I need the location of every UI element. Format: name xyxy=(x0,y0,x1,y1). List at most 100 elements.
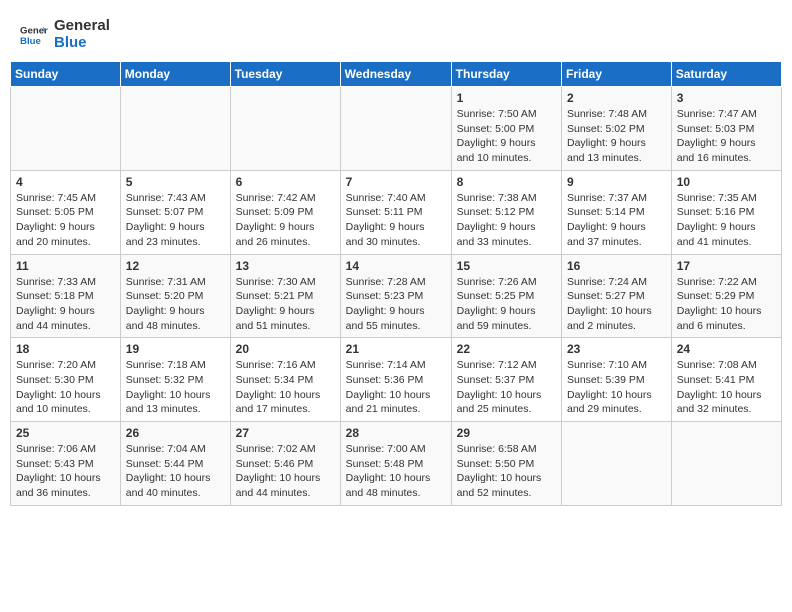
day-info-line: Sunrise: 7:48 AM xyxy=(567,107,666,122)
day-info-line: Sunrise: 7:35 AM xyxy=(677,191,776,206)
weekday-header-cell: Sunday xyxy=(11,62,121,87)
day-info-line: and 23 minutes. xyxy=(126,235,225,250)
calendar-week-row: 25 Sunrise: 7:06 AMSunset: 5:43 PM Dayligh… xyxy=(11,422,782,506)
calendar-cell: 7Sunrise: 7:40 AMSunset: 5:11 PMDaylight… xyxy=(340,170,451,254)
day-info-line: and 41 minutes. xyxy=(677,235,776,250)
day-number: 28 xyxy=(346,426,446,440)
calendar-week-row: 18Sunrise: 7:20 AMSunset: 5:30 PMDayligh… xyxy=(11,338,782,422)
svg-text:Blue: Blue xyxy=(20,35,41,46)
day-info-line: Daylight: 10 hours xyxy=(16,388,115,403)
day-info-line: Sunset: 5:23 PM xyxy=(346,289,446,304)
calendar-cell: 10Sunrise: 7:35 AMSunset: 5:16 PMDayligh… xyxy=(671,170,781,254)
day-info-line: and 20 minutes. xyxy=(16,235,115,250)
day-info-line: and 36 minutes. xyxy=(16,486,115,501)
day-info-line: Sunrise: 7:10 AM xyxy=(567,358,666,373)
day-info-line: Daylight: 10 hours xyxy=(677,388,776,403)
day-info-line: Sunset: 5:27 PM xyxy=(567,289,666,304)
weekday-header-cell: Wednesday xyxy=(340,62,451,87)
calendar-cell: 4Sunrise: 7:45 AMSunset: 5:05 PMDaylight… xyxy=(11,170,121,254)
day-number: 18 xyxy=(16,342,115,356)
day-info-line: Sunrise: 7:28 AM xyxy=(346,275,446,290)
day-info-line: and 6 minutes. xyxy=(677,319,776,334)
day-info-line: Sunrise: 7:14 AM xyxy=(346,358,446,373)
day-number: 26 xyxy=(126,426,225,440)
day-number: 6 xyxy=(236,175,335,189)
day-number: 1 xyxy=(457,91,556,105)
day-info-line: and 29 minutes. xyxy=(567,402,666,417)
calendar-cell: 17Sunrise: 7:22 AMSunset: 5:29 PMDayligh… xyxy=(671,254,781,338)
day-number: 13 xyxy=(236,259,335,273)
day-number: 17 xyxy=(677,259,776,273)
day-info-line: Sunset: 5:39 PM xyxy=(567,373,666,388)
calendar-cell: 11Sunrise: 7:33 AMSunset: 5:18 PMDayligh… xyxy=(11,254,121,338)
day-info-line: and 37 minutes. xyxy=(567,235,666,250)
day-info-line: and 59 minutes. xyxy=(457,319,556,334)
day-info-line: and 10 minutes. xyxy=(16,402,115,417)
calendar-cell: 23 Sunrise: 7:10 AMSunset: 5:39 PMDayligh… xyxy=(562,338,672,422)
day-info-line: Sunrise: 7:50 AM xyxy=(457,107,556,122)
day-info-line: Sunrise: 6:58 AM xyxy=(457,442,556,457)
day-number: 21 xyxy=(346,342,446,356)
day-info-line: Daylight: 9 hours xyxy=(677,136,776,151)
logo-blue: Blue xyxy=(54,35,110,52)
calendar-week-row: 11Sunrise: 7:33 AMSunset: 5:18 PMDayligh… xyxy=(11,254,782,338)
day-info-line: Sunrise: 7:20 AM xyxy=(16,358,115,373)
day-info-line: Daylight: 10 hours xyxy=(457,471,556,486)
calendar-cell: 26Sunrise: 7:04 AMSunset: 5:44 PMDayligh… xyxy=(120,422,230,506)
day-info-line: and 13 minutes. xyxy=(126,402,225,417)
calendar-cell: 6Sunrise: 7:42 AMSunset: 5:09 PMDaylight… xyxy=(230,170,340,254)
calendar-cell: 13Sunrise: 7:30 AMSunset: 5:21 PMDayligh… xyxy=(230,254,340,338)
day-info-line: Sunset: 5:43 PM xyxy=(16,457,115,472)
day-info-line: Sunset: 5:37 PM xyxy=(457,373,556,388)
day-info-line: Daylight: 10 hours xyxy=(126,388,225,403)
day-number: 9 xyxy=(567,175,666,189)
day-info-line: Daylight: 10 hours xyxy=(346,388,446,403)
day-info-line: Sunrise: 7:47 AM xyxy=(677,107,776,122)
calendar-cell xyxy=(562,422,672,506)
day-info-line: Sunset: 5:21 PM xyxy=(236,289,335,304)
calendar-week-row: 1Sunrise: 7:50 AMSunset: 5:00 PMDaylight… xyxy=(11,87,782,171)
day-info-line: and 13 minutes. xyxy=(567,151,666,166)
day-info-line: Sunset: 5:02 PM xyxy=(567,122,666,137)
day-info-line: Daylight: 10 hours xyxy=(567,388,666,403)
day-info-line: Daylight: 10 hours xyxy=(236,388,335,403)
calendar-cell xyxy=(11,87,121,171)
day-info-line: Sunrise: 7:16 AM xyxy=(236,358,335,373)
day-info-line: Sunset: 5:09 PM xyxy=(236,205,335,220)
day-info-line: Sunset: 5:30 PM xyxy=(16,373,115,388)
day-number: 5 xyxy=(126,175,225,189)
day-info-line: and 2 minutes. xyxy=(567,319,666,334)
calendar-cell: 28Sunrise: 7:00 AMSunset: 5:48 PMDayligh… xyxy=(340,422,451,506)
day-info-line: and 51 minutes. xyxy=(236,319,335,334)
weekday-header-cell: Monday xyxy=(120,62,230,87)
calendar-cell: 27Sunrise: 7:02 AMSunset: 5:46 PMDayligh… xyxy=(230,422,340,506)
calendar-cell: 5Sunrise: 7:43 AMSunset: 5:07 PMDaylight… xyxy=(120,170,230,254)
day-info-line: Sunrise: 7:06 AM xyxy=(16,442,115,457)
day-number: 22 xyxy=(457,342,556,356)
day-info-line: Sunset: 5:14 PM xyxy=(567,205,666,220)
calendar-week-row: 4Sunrise: 7:45 AMSunset: 5:05 PMDaylight… xyxy=(11,170,782,254)
day-number: 23 xyxy=(567,342,666,356)
day-info-line: and 10 minutes. xyxy=(457,151,556,166)
day-info-line: Sunrise: 7:33 AM xyxy=(16,275,115,290)
day-number: 25 xyxy=(16,426,115,440)
day-number: 20 xyxy=(236,342,335,356)
calendar-table: SundayMondayTuesdayWednesdayThursdayFrid… xyxy=(10,61,782,506)
calendar-cell xyxy=(340,87,451,171)
day-info-line: Sunrise: 7:04 AM xyxy=(126,442,225,457)
day-info-line: Sunrise: 7:37 AM xyxy=(567,191,666,206)
day-info-line: Sunset: 5:34 PM xyxy=(236,373,335,388)
day-info-line: Daylight: 9 hours xyxy=(677,220,776,235)
calendar-cell: 24Sunrise: 7:08 AMSunset: 5:41 PMDayligh… xyxy=(671,338,781,422)
day-info-line: Sunrise: 7:45 AM xyxy=(16,191,115,206)
calendar-cell: 15Sunrise: 7:26 AMSunset: 5:25 PMDayligh… xyxy=(451,254,561,338)
day-info-line: Daylight: 9 hours xyxy=(236,220,335,235)
day-info-line: Sunset: 5:05 PM xyxy=(16,205,115,220)
calendar-cell: 29Sunrise: 6:58 AMSunset: 5:50 PMDayligh… xyxy=(451,422,561,506)
day-info-line: Sunrise: 7:43 AM xyxy=(126,191,225,206)
calendar-cell: 20 Sunrise: 7:16 AMSunset: 5:34 PMDayligh… xyxy=(230,338,340,422)
day-info-line: Sunset: 5:16 PM xyxy=(677,205,776,220)
day-info-line: Sunrise: 7:40 AM xyxy=(346,191,446,206)
page-header: General Blue General Blue xyxy=(10,10,782,55)
day-info-line: Daylight: 9 hours xyxy=(567,136,666,151)
